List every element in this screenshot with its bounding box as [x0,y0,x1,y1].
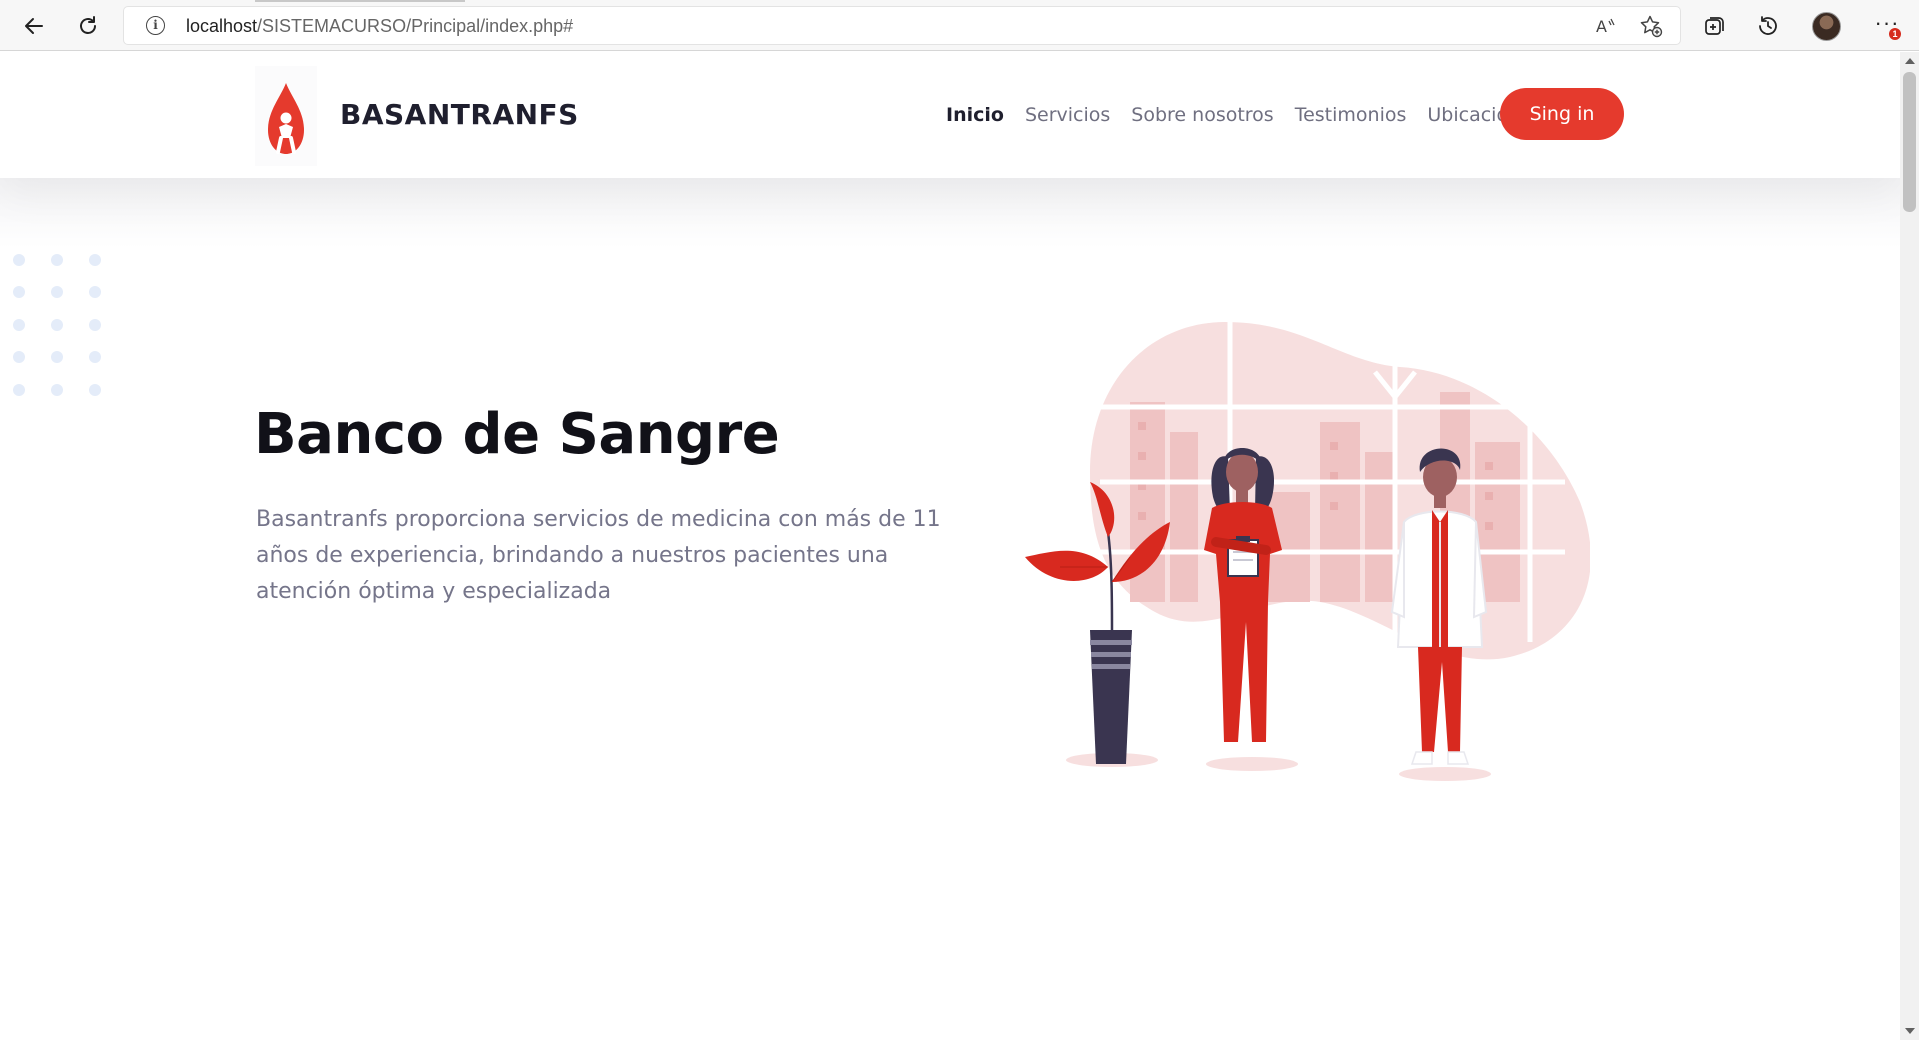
blood-drop-logo-icon[interactable] [255,66,317,166]
main-nav: Inicio Servicios Sobre nosotros Testimon… [946,104,1541,126]
url-host: localhost [186,16,258,36]
medical-staff-illustration [1025,312,1590,781]
profile-avatar[interactable] [1812,12,1841,41]
nav-item-servicios[interactable]: Servicios [1025,104,1110,126]
read-aloud-icon[interactable]: A [1592,13,1618,39]
scroll-up-arrow-icon[interactable] [1905,58,1915,64]
browser-toolbar: i localhost/SISTEMACURSO/Principal/index… [0,0,1919,51]
address-bar[interactable]: i localhost/SISTEMACURSO/Principal/index… [124,7,1680,44]
history-icon[interactable] [1752,10,1784,42]
notification-badge: 1 [1889,28,1901,40]
url-path: /SISTEMACURSO/Principal/index.php# [257,16,574,36]
favorite-add-icon[interactable] [1638,13,1664,39]
nav-item-sobre-nosotros[interactable]: Sobre nosotros [1131,104,1273,126]
web-page: BASANTRANFS Inicio Servicios Sobre nosot… [0,52,1900,1040]
nav-item-testimonios[interactable]: Testimonios [1295,104,1407,126]
hero-title: Banco de Sangre [254,402,780,467]
scroll-thumb[interactable] [1903,72,1916,212]
tab-indicator [255,0,465,2]
site-header: BASANTRANFS Inicio Servicios Sobre nosot… [0,52,1900,178]
info-icon[interactable]: i [146,16,165,35]
nav-item-inicio[interactable]: Inicio [946,104,1004,126]
svg-text:A: A [1596,17,1607,36]
brand-name[interactable]: BASANTRANFS [340,98,579,131]
collections-icon[interactable] [1698,10,1730,42]
scroll-down-arrow-icon[interactable] [1905,1028,1915,1034]
refresh-icon[interactable] [72,10,104,42]
sign-in-button[interactable]: Sing in [1500,88,1624,140]
url-text[interactable]: localhost/SISTEMACURSO/Principal/index.p… [186,16,573,37]
page-scrollbar[interactable] [1900,52,1919,1040]
header-shadow [0,178,1900,248]
back-icon[interactable] [18,10,50,42]
dots-pattern-decoration [13,254,101,396]
hero-description: Basantranfs proporciona servicios de med… [256,507,941,604]
